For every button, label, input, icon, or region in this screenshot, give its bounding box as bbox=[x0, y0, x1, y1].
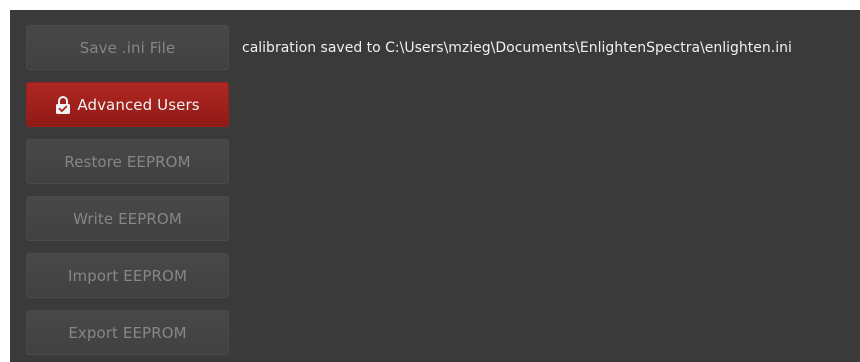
restore-eeprom-button[interactable]: Restore EEPROM bbox=[26, 139, 229, 184]
write-eeprom-label: Write EEPROM bbox=[73, 209, 182, 228]
write-eeprom-button[interactable]: Write EEPROM bbox=[26, 196, 229, 241]
import-eeprom-label: Import EEPROM bbox=[67, 266, 188, 285]
status-message: calibration saved to C:\Users\mzieg\Docu… bbox=[242, 40, 792, 56]
advanced-users-button[interactable]: Advanced Users bbox=[26, 82, 229, 127]
save-ini-file-button[interactable]: Save .ini File bbox=[26, 25, 229, 70]
export-eeprom-label: Export EEPROM bbox=[68, 323, 187, 342]
eeprom-panel: Save .ini File Advanced Users Restore EE… bbox=[10, 10, 860, 362]
restore-eeprom-label: Restore EEPROM bbox=[64, 152, 191, 171]
advanced-users-label: Advanced Users bbox=[77, 95, 200, 114]
import-eeprom-button[interactable]: Import EEPROM bbox=[26, 253, 229, 298]
save-ini-file-label: Save .ini File bbox=[79, 38, 176, 57]
lock-icon bbox=[55, 95, 71, 114]
export-eeprom-button[interactable]: Export EEPROM bbox=[26, 310, 229, 355]
